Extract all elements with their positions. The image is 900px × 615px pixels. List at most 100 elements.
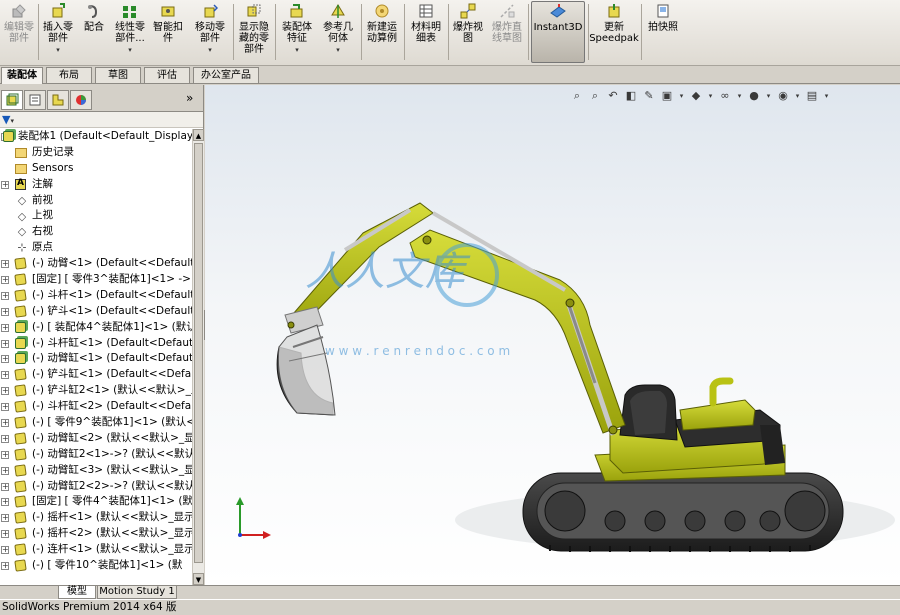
tree-item[interactable]: ◇ 右视	[0, 224, 192, 240]
expand-icon[interactable]: +	[1, 514, 9, 523]
exploded-view-button[interactable]: 爆炸视 图	[450, 2, 486, 62]
tab-evaluate[interactable]: 评估	[144, 67, 190, 83]
tree-item[interactable]: + A 注解	[0, 177, 192, 193]
tree-scrollbar[interactable]: ▲ ▼	[192, 129, 204, 585]
tree-item[interactable]: ◇ 上视	[0, 208, 192, 224]
tree-item[interactable]: + (-) 摇杆<2> (默认<<默认>_显示	[0, 526, 192, 542]
move-component-button[interactable]: 移动零 部件 ▾	[190, 2, 230, 62]
expand-icon[interactable]: +	[1, 530, 9, 539]
expand-icon[interactable]: +	[1, 260, 9, 269]
tab-assembly[interactable]: 装配体	[1, 67, 43, 84]
expand-icon[interactable]: +	[1, 482, 9, 491]
tree-item[interactable]: + [固定] [ 零件4^装配体1]<1> (默	[0, 494, 192, 510]
bom-button[interactable]: 材料明 细表	[407, 2, 445, 62]
tree-item[interactable]: + (-) 动臂缸<3> (默认<<默认>_显	[0, 463, 192, 479]
solidworks-window: 编辑零 部件 插入零 部件 ▾ 配合 线性零 部件... ▾ 智能扣 件 移动零…	[0, 0, 900, 615]
tree-item[interactable]: + [固定] [ 零件3^装配体1]<1> ->	[0, 272, 192, 288]
tree-item[interactable]: + (-) 摇杆<1> (默认<<默认>_显示	[0, 510, 192, 526]
tree-item-label: 上视	[32, 209, 53, 222]
expand-icon[interactable]: +	[1, 276, 9, 285]
tree-item[interactable]: + (-) 斗杆缸<1> (Default<Defaut	[0, 336, 192, 352]
tree-item-label: (-) 铲斗缸2<1> (默认<<默认>_显	[32, 384, 192, 397]
tree-root-assembly[interactable]: −装配体1 (Default<Default_Display	[0, 129, 192, 145]
chevron-down-icon[interactable]: ▾	[128, 45, 132, 56]
tree-item[interactable]: + (-) 动臂缸<1> (Default<Defaut	[0, 351, 192, 367]
expand-icon[interactable]: +	[1, 339, 9, 348]
property-manager-icon[interactable]	[24, 90, 46, 110]
expand-icon[interactable]: +	[1, 498, 9, 507]
expand-icon[interactable]: +	[1, 546, 9, 555]
tab-sketch[interactable]: 草图	[95, 67, 141, 83]
update-speedpak-button[interactable]: 更新 Speedpak	[589, 2, 639, 62]
plane-icon: ◇	[17, 209, 27, 223]
instant3d-button[interactable]: Instant3D	[531, 1, 585, 63]
tab-model[interactable]: 模型	[58, 586, 96, 599]
expand-icon[interactable]: +	[1, 450, 9, 459]
assembly-features-button[interactable]: 装配体 特征 ▾	[278, 2, 316, 62]
expand-icon[interactable]: +	[1, 355, 9, 364]
tree-item[interactable]: + (-) 动臂缸<2> (默认<<默认>_显	[0, 431, 192, 447]
excavator-model-3d[interactable]: 人人文库 w w w . r e n r e n d o c . c o m	[205, 85, 900, 585]
tab-office-products[interactable]: 办公室产品	[193, 67, 259, 83]
explode-line-sketch-button[interactable]: 爆炸直 线草图	[488, 2, 526, 62]
tree-item[interactable]: + (-) 铲斗缸2<1> (默认<<默认>_显	[0, 383, 192, 399]
reference-geometry-button[interactable]: 参考几 何体 ▾	[318, 2, 358, 62]
tree-item[interactable]: + (-) 动臂缸2<2>->? (默认<<默认	[0, 479, 192, 495]
expand-icon[interactable]: +	[1, 387, 9, 396]
edit-component-button[interactable]: 编辑零 部件	[2, 2, 36, 62]
configuration-manager-icon[interactable]	[47, 90, 69, 110]
panel-expand-icon[interactable]: »	[186, 91, 193, 105]
tree-item[interactable]: ⊹ 原点	[0, 240, 192, 256]
chevron-down-icon[interactable]: ▾	[208, 45, 212, 56]
tree-item[interactable]: + (-) 铲斗缸<1> (Default<<Defau	[0, 367, 192, 383]
insert-components-button[interactable]: 插入零 部件 ▾	[40, 2, 76, 62]
show-hidden-components-button[interactable]: 显示隐 藏的零 部件	[235, 2, 273, 62]
tree-item[interactable]: + (-) 动臂<1> (Default<<Default.	[0, 256, 192, 272]
feature-manager-icon[interactable]	[1, 90, 23, 110]
mate-button[interactable]: 配合	[78, 2, 110, 62]
expand-icon[interactable]: +	[1, 562, 9, 571]
tree-item[interactable]: + (-) [ 零件10^装配体1]<1> (默	[0, 558, 192, 574]
tab-motion-study[interactable]: Motion Study 1	[97, 586, 177, 599]
expand-icon[interactable]: +	[1, 371, 9, 380]
tree-item[interactable]: + (-) 连杆<1> (默认<<默认>_显示	[0, 542, 192, 558]
chevron-down-icon[interactable]: ▾	[295, 45, 299, 56]
tree-item[interactable]: + (-) [ 零件9^装配体1]<1> (默认<	[0, 415, 192, 431]
exploded-view-icon	[459, 2, 477, 20]
expand-icon[interactable]: +	[1, 307, 9, 316]
tree-item[interactable]: + (-) 斗杆缸<2> (Default<<Defau	[0, 399, 192, 415]
tree-item[interactable]: + (-) 动臂缸2<1>->? (默认<<默认	[0, 447, 192, 463]
scroll-down-icon[interactable]: ▼	[193, 573, 204, 585]
scrollbar-thumb[interactable]	[194, 143, 203, 563]
chevron-down-icon[interactable]: ▾	[336, 45, 340, 56]
expand-icon[interactable]: +	[1, 466, 9, 475]
expand-icon[interactable]: +	[1, 434, 9, 443]
take-snapshot-button[interactable]: 拍快照	[644, 2, 682, 62]
part-icon	[14, 368, 27, 382]
tree-item[interactable]: + (-) [ 装配体4^装配体1]<1> (默认	[0, 320, 192, 336]
expand-icon[interactable]: +	[1, 323, 9, 332]
tree-item[interactable]: + (-) 斗杆<1> (Default<<Default:	[0, 288, 192, 304]
scroll-up-icon[interactable]: ▲	[193, 129, 204, 141]
new-motion-study-button[interactable]: 新建运 动算例	[363, 2, 401, 62]
upper-structure[interactable]	[609, 377, 785, 474]
tree-item[interactable]: Sensors	[0, 161, 192, 177]
part-icon	[14, 384, 27, 397]
excavator-bucket[interactable]	[276, 324, 336, 416]
graphics-viewport[interactable]: ⌕ ⌕ ↶ ◧ ✎ ▣ ▾ ◆ ▾ ∞ ▾ ● ▾ ◉ ▾ ▤ ▾ 人人文库 w…	[205, 85, 900, 585]
linear-pattern-button[interactable]: 线性零 部件... ▾	[111, 2, 149, 62]
expand-icon[interactable]: +	[1, 419, 9, 428]
crawler-track[interactable]	[522, 472, 844, 552]
chevron-down-icon[interactable]: ▾	[56, 45, 60, 56]
chevron-down-icon[interactable]: ▾	[10, 117, 14, 125]
expand-icon[interactable]: +	[1, 403, 9, 412]
tab-layout[interactable]: 布局	[46, 67, 92, 83]
instant3d-icon	[549, 2, 567, 20]
display-manager-icon[interactable]	[70, 90, 92, 110]
tree-item[interactable]: ◇ 前视	[0, 193, 192, 209]
smart-fasteners-button[interactable]: 智能扣 件	[150, 2, 186, 62]
expand-icon[interactable]: +	[1, 180, 9, 189]
tree-item[interactable]: 历史记录	[0, 145, 192, 161]
expand-icon[interactable]: +	[1, 291, 9, 300]
tree-item[interactable]: + (-) 铲斗<1> (Default<<Default:	[0, 304, 192, 320]
